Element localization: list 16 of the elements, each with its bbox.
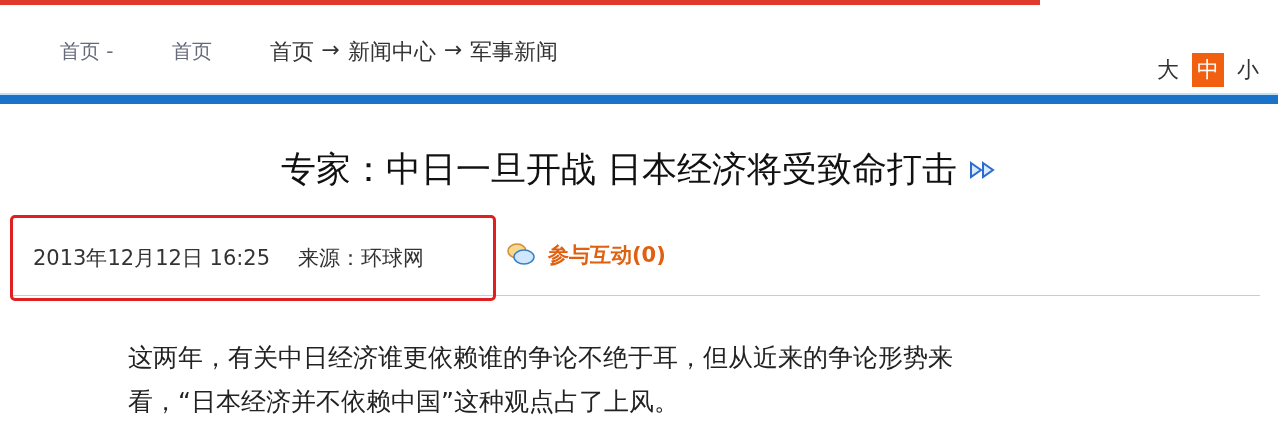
article-paragraph: 这两年，有关中日经济谁更依赖谁的争论不绝于耳，但从近来的争论形势来 <box>128 342 954 374</box>
article-paragraph: 看，“日本经济并不依赖中国”这种观点占了上风。 <box>128 386 680 418</box>
arrow-separator: → <box>321 37 340 62</box>
faded-text: 首页 <box>171 38 212 65</box>
breadcrumb-link[interactable]: 新闻中心 <box>348 37 436 67</box>
chat-bubbles-icon <box>506 242 536 268</box>
breadcrumb-link[interactable]: 军事新闻 <box>470 37 559 67</box>
breadcrumb-link[interactable]: 首页 <box>269 37 314 67</box>
font-size-button[interactable]: 小 <box>1232 53 1264 87</box>
source-text: 来源：环球网 <box>298 245 425 272</box>
faded-text: 首页 - <box>60 38 114 65</box>
arrow-separator: → <box>444 37 463 62</box>
article-title: 专家：中日一旦开战 日本经济将受致命打击 <box>280 148 958 191</box>
interact-link[interactable]: 参与互动(0) <box>548 241 666 269</box>
publish-date: 2013年12月12日 16:25 <box>33 245 271 272</box>
font-size-button[interactable]: 大 <box>1152 53 1184 87</box>
